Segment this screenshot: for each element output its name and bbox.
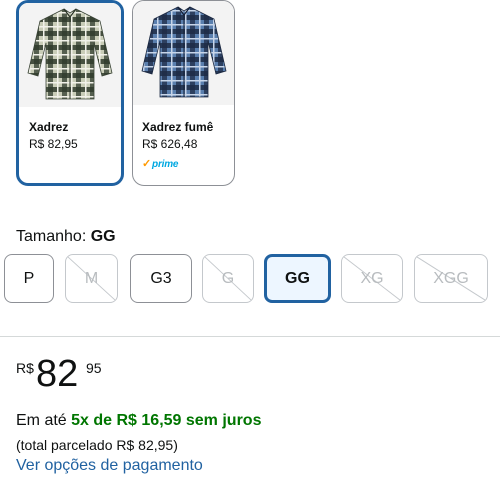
size-selected-value: GG <box>90 228 116 245</box>
size-option-label: M <box>84 269 99 287</box>
size-option-label: G3 <box>150 269 172 287</box>
plaid-shirt-blue-icon <box>141 6 226 98</box>
checkmark-icon: ✓ <box>142 158 152 170</box>
prime-badge: ✓prime <box>142 158 179 170</box>
size-option-p[interactable]: P <box>4 254 54 303</box>
size-option-label: G <box>221 269 235 287</box>
price-whole: 82 <box>36 353 79 395</box>
size-option-gg[interactable]: GG <box>264 254 331 303</box>
payment-options-link[interactable]: Ver opções de pagamento <box>16 457 203 475</box>
size-label: Tamanho: GG <box>16 228 116 246</box>
variant-name: Xadrez <box>29 120 69 134</box>
variant-card-xadrez[interactable]: Xadrez R$ 82,95 <box>16 0 124 186</box>
variant-name: Xadrez fumê <box>142 120 214 134</box>
installments-total: (total parcelado R$ 82,95) <box>16 437 178 453</box>
product-image <box>19 3 121 107</box>
size-option-label: P <box>23 269 35 287</box>
installments-line: Em até 5x de R$ 16,59 sem juros <box>16 412 261 430</box>
product-image <box>133 1 234 105</box>
size-option-g[interactable]: G <box>202 254 254 303</box>
size-option-g3[interactable]: G3 <box>130 254 192 303</box>
size-label-prefix: Tamanho: <box>16 228 87 245</box>
price-currency: R$ <box>16 360 34 376</box>
variant-price: R$ 626,48 <box>142 137 198 151</box>
variant-card-xadrez-fume[interactable]: Xadrez fumê R$ 626,48 ✓prime <box>132 0 235 186</box>
section-divider <box>0 336 500 337</box>
price-cents: 95 <box>86 360 102 376</box>
size-option-xgg[interactable]: XGG <box>414 254 488 303</box>
installments-highlight: 5x de R$ 16,59 sem juros <box>71 412 262 429</box>
size-option-xg[interactable]: XG <box>341 254 403 303</box>
installments-prefix: Em até <box>16 412 67 429</box>
size-option-label: GG <box>285 269 310 287</box>
plaid-shirt-green-icon <box>27 8 113 100</box>
size-option-label: XG <box>360 269 384 287</box>
size-option-m[interactable]: M <box>65 254 118 303</box>
variant-price: R$ 82,95 <box>29 137 78 151</box>
size-option-label: XGG <box>433 269 469 287</box>
